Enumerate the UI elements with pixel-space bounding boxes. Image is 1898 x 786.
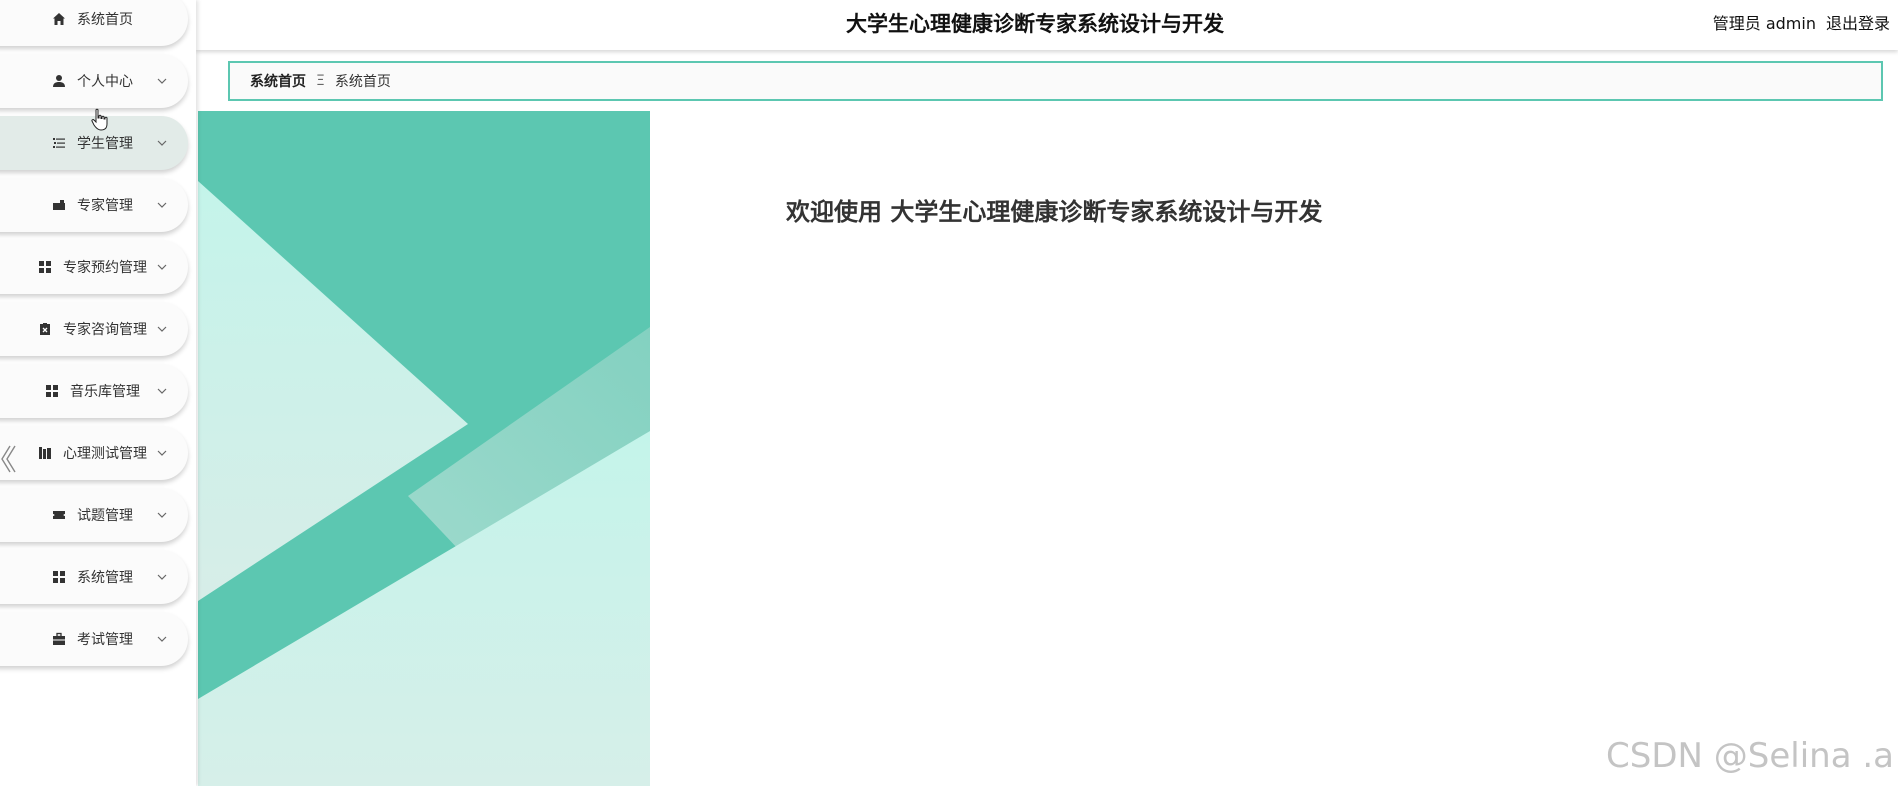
breadcrumb: 系统首页 Ξ 系统首页 [228,61,1883,101]
chevron-down-icon [157,450,167,456]
sidebar-item-label: 考试管理 [77,632,133,648]
chevron-down-icon [157,140,167,146]
home-icon [51,11,67,27]
ticket-icon [51,507,67,523]
logout-button[interactable]: 退出登录 [1826,10,1890,34]
sidebar-item-home[interactable]: 系统首页 [0,0,188,46]
breadcrumb-separator: Ξ [316,73,325,89]
hero-illustration [198,111,650,786]
grid-icon [44,383,60,399]
chevron-down-icon [157,202,167,208]
sidebar-item-question-management[interactable]: 试题管理 [0,488,188,542]
hero-graphic [198,111,650,786]
sidebar-item-psych-test[interactable]: 心理测试管理 [0,426,188,480]
sidebar-item-label: 专家管理 [77,198,133,214]
sidebar-item-label: 系统首页 [77,12,133,28]
header: 大学生心理健康诊断专家系统设计与开发 管理员 admin 退出登录 [196,0,1898,50]
briefcase-icon [51,197,67,213]
sidebar-item-expert-consultation[interactable]: 专家咨询管理 [0,302,188,356]
sidebar-item-label: 个人中心 [77,74,133,90]
chevron-down-icon [157,264,167,270]
breadcrumb-home-link[interactable]: 系统首页 [250,71,306,91]
hand-cursor-icon [91,108,108,131]
chevron-down-icon [157,78,167,84]
sidebar-item-label: 系统管理 [77,570,133,586]
chevron-down-icon [157,388,167,394]
sidebar-item-label: 音乐库管理 [70,384,140,400]
app-root: 系统首页 个人中心 学生管理 专家管理 专家预约管理 专家咨询管理 音乐库管理 … [0,0,1898,786]
chevron-down-icon [157,574,167,580]
sidebar-item-personal-center[interactable]: 个人中心 [0,54,188,108]
sidebar-item-system-management[interactable]: 系统管理 [0,550,188,604]
toolbox-icon [51,631,67,647]
chevron-down-icon [157,636,167,642]
sidebar-item-expert-management[interactable]: 专家管理 [0,178,188,232]
grid-icon [51,569,67,585]
sidebar-item-label: 学生管理 [77,136,133,152]
sidebar-item-label: 试题管理 [77,508,133,524]
user-area: 管理员 admin 退出登录 [1713,10,1890,34]
chevron-down-icon [157,326,167,332]
clipboard-icon [37,321,53,337]
user-label: 管理员 admin [1712,14,1816,33]
sidebar-item-label: 专家预约管理 [63,260,147,276]
watermark: CSDN @Selina .a [1606,736,1894,776]
books-icon [37,445,53,461]
sidebar-item-label: 心理测试管理 [63,446,147,462]
sidebar-item-expert-appointment[interactable]: 专家预约管理 [0,240,188,294]
grid-icon [37,259,53,275]
page-title: 大学生心理健康诊断专家系统设计与开发 [846,12,1224,36]
collapse-sidebar-icon[interactable] [0,444,16,474]
list-icon [51,135,67,151]
welcome-heading: 欢迎使用 大学生心理健康诊断专家系统设计与开发 [786,198,1323,226]
sidebar-item-exam-management[interactable]: 考试管理 [0,612,188,666]
sidebar-item-label: 专家咨询管理 [63,322,147,338]
user-icon [51,73,67,89]
chevron-down-icon [157,512,167,518]
breadcrumb-current: 系统首页 [334,74,391,90]
sidebar-item-music-library[interactable]: 音乐库管理 [0,364,188,418]
